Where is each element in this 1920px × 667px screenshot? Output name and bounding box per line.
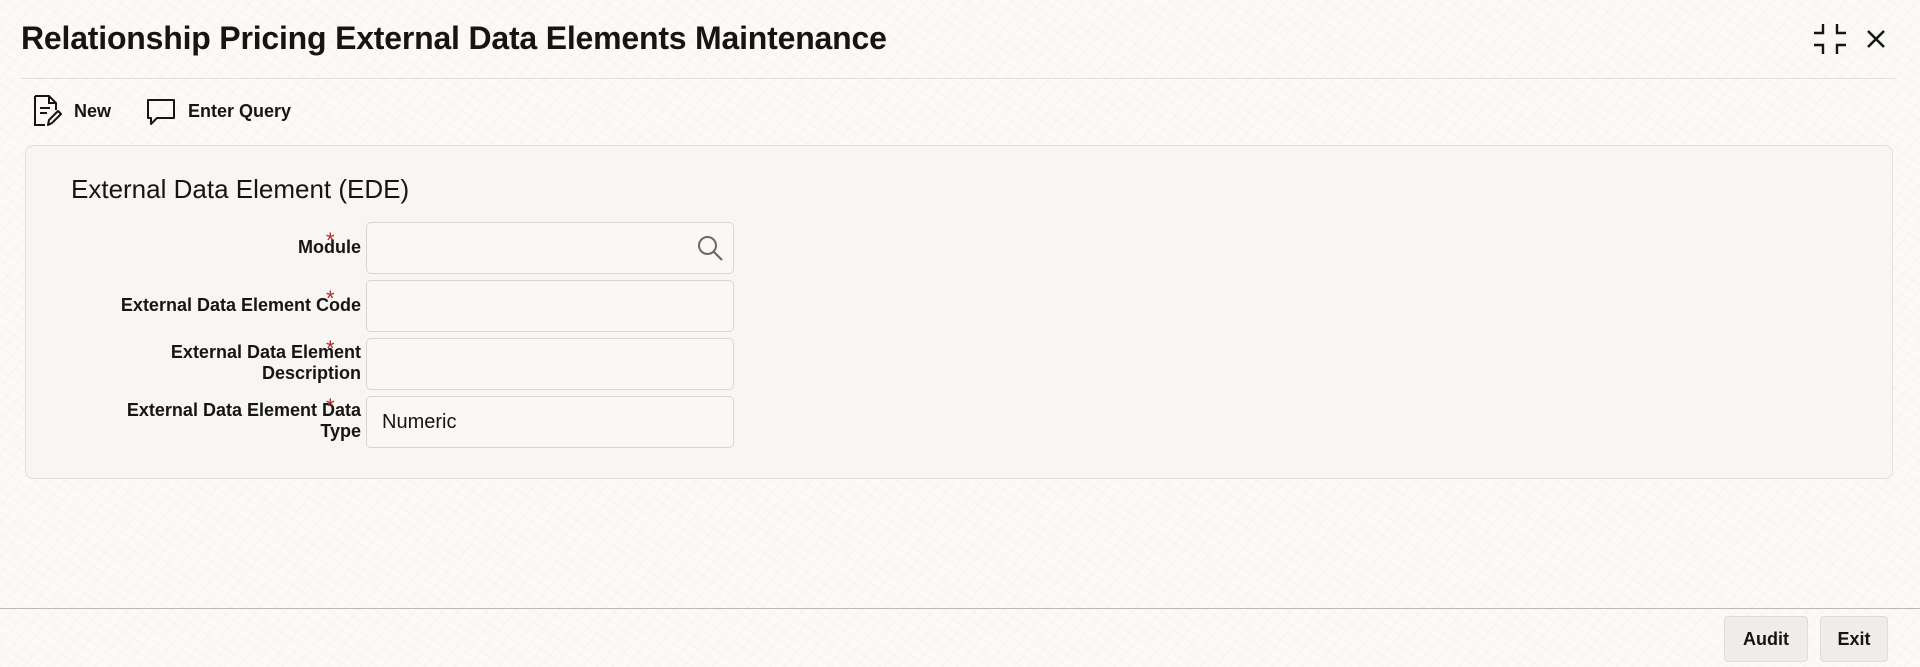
collapse-button[interactable] <box>1811 20 1849 58</box>
data-type-label-line2: Type <box>320 421 361 441</box>
footer-divider <box>0 608 1920 609</box>
description-row: External Data Element Description * <box>26 338 786 390</box>
enter-query-label: Enter Query <box>188 100 292 121</box>
required-marker: * <box>326 394 335 419</box>
code-row: External Data Element Code * <box>26 280 786 332</box>
module-label: Module <box>298 237 361 257</box>
data-type-label-line1: External Data Element Data <box>126 400 361 420</box>
required-marker: * <box>326 286 335 311</box>
data-type-input[interactable] <box>366 396 734 448</box>
ede-panel: External Data Element (EDE) Module * Ext… <box>25 145 1893 479</box>
description-label-line1: External Data Element <box>170 342 361 362</box>
close-button[interactable] <box>1857 20 1895 58</box>
new-button[interactable]: New <box>32 94 111 128</box>
collapse-icon <box>1814 24 1846 54</box>
code-label: External Data Element Code <box>120 295 361 315</box>
description-label-line2: Description <box>261 363 361 383</box>
required-marker: * <box>326 228 335 253</box>
new-document-icon <box>34 95 62 126</box>
module-field <box>366 222 734 274</box>
section-title: External Data Element (EDE) <box>71 174 410 204</box>
audit-button[interactable]: Audit <box>1724 616 1808 662</box>
new-label: New <box>74 100 112 121</box>
close-icon <box>1867 30 1885 48</box>
search-icon[interactable] <box>696 234 724 262</box>
module-input[interactable] <box>366 222 734 274</box>
exit-button[interactable]: Exit <box>1820 616 1888 662</box>
data-type-row: External Data Element Data Type * <box>26 396 786 448</box>
page-title: Relationship Pricing External Data Eleme… <box>21 20 887 56</box>
speech-bubble-icon <box>147 99 175 125</box>
module-row: Module * <box>26 222 786 274</box>
code-input[interactable] <box>366 280 734 332</box>
enter-query-button[interactable]: Enter Query <box>146 94 291 128</box>
description-input[interactable] <box>366 338 734 390</box>
header-divider <box>21 78 1895 79</box>
description-label: External Data Element Description <box>61 342 361 384</box>
required-marker: * <box>326 336 335 361</box>
data-type-label: External Data Element Data Type <box>61 400 361 442</box>
